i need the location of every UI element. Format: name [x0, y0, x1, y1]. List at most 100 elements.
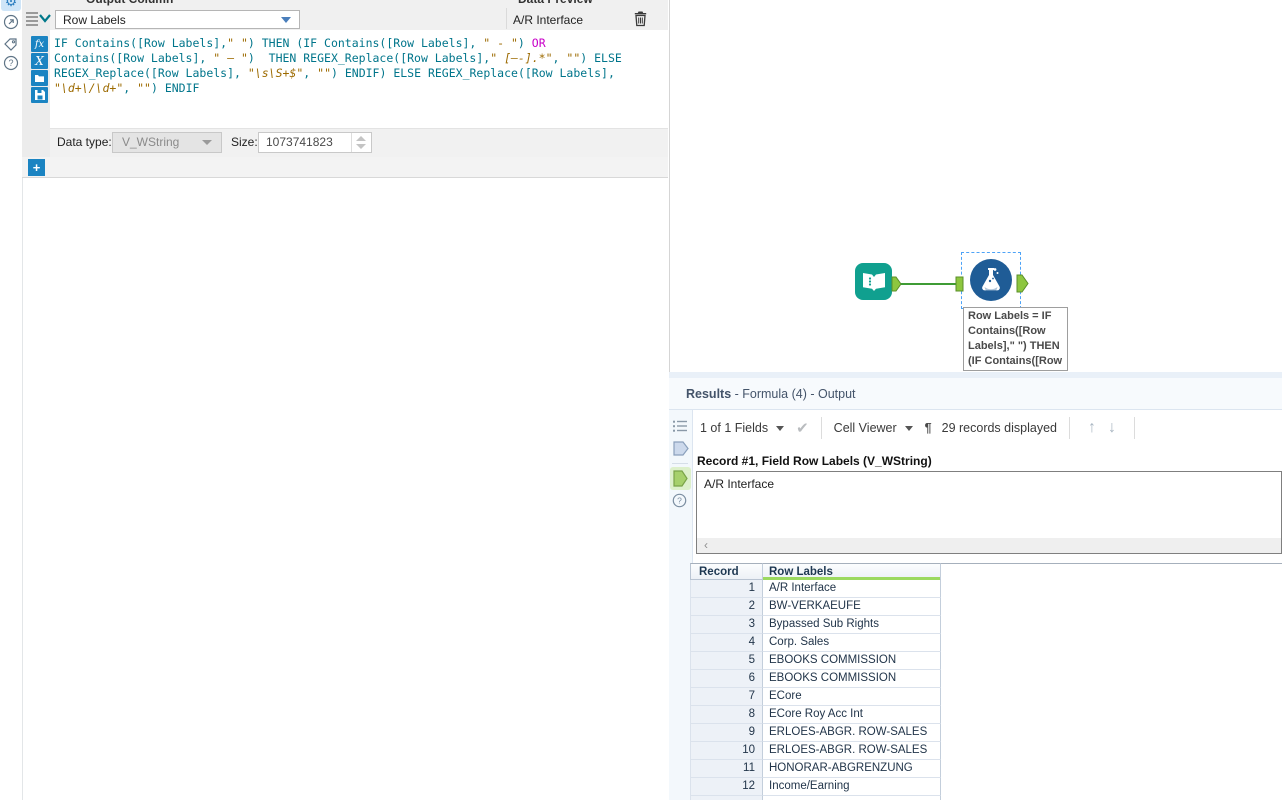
row-label-cell[interactable]: Corp. Sales	[763, 634, 941, 652]
config-sidebar: ⚙ ?	[0, 0, 23, 800]
svg-text:?: ?	[677, 496, 682, 506]
record-number-cell[interactable]: 2	[690, 598, 763, 616]
record-number-cell[interactable]: 6	[690, 670, 763, 688]
chevron-down-icon[interactable]	[38, 11, 52, 25]
row-label-cell[interactable]	[763, 796, 941, 800]
formula-code[interactable]: IF Contains([Row Labels]," ") THEN (IF C…	[54, 36, 664, 96]
cell-viewer-scrollbar[interactable]: ‹	[697, 538, 1281, 553]
input-anchor[interactable]	[955, 276, 964, 292]
record-number-cell[interactable]: 1	[690, 580, 763, 598]
table-row[interactable]	[690, 796, 941, 800]
row-label-cell[interactable]: A/R Interface	[763, 580, 941, 598]
table-row[interactable]: 4 Corp. Sales	[690, 634, 941, 652]
record-number-cell[interactable]: 8	[690, 706, 763, 724]
table-row[interactable]: 8 ECore Roy Acc Int	[690, 706, 941, 724]
spin-down-icon[interactable]	[356, 144, 366, 149]
functions-button[interactable]: fx	[31, 36, 48, 52]
table-row[interactable]: 5 EBOOKS COMMISSION	[690, 652, 941, 670]
record-number-cell[interactable]	[690, 796, 763, 800]
scroll-up-icon[interactable]: ↑	[1088, 419, 1096, 437]
table-row[interactable]: 12 Income/Earning	[690, 778, 941, 796]
saved-expressions-button[interactable]	[31, 70, 48, 86]
drag-handle-icon[interactable]	[26, 12, 38, 26]
data-preview-value: A/R Interface	[513, 13, 584, 27]
output-column-header: Output Column	[86, 0, 173, 6]
help-icon[interactable]: ?	[3, 55, 19, 71]
row-label-cell[interactable]: ERLOES-ABGR. ROW-SALES	[763, 742, 941, 760]
apply-check-icon[interactable]: ✔	[796, 419, 809, 437]
dropdown-caret-icon[interactable]	[776, 425, 785, 431]
row-label-cell[interactable]: Income/Earning	[763, 778, 941, 796]
size-label: Size:	[231, 135, 258, 149]
record-number-cell[interactable]: 3	[690, 616, 763, 634]
table-row[interactable]: 6 EBOOKS COMMISSION	[690, 670, 941, 688]
list-view-icon[interactable]	[672, 419, 688, 433]
record-number-cell[interactable]: 12	[690, 778, 763, 796]
whitespace-toggle-icon[interactable]: ¶	[925, 421, 932, 435]
table-row[interactable]: 11 HONORAR-ABGRENZUNG	[690, 760, 941, 778]
row-labels-column-header[interactable]: Row Labels	[763, 563, 941, 580]
table-row[interactable]: 9 ERLOES-ABGR. ROW-SALES	[690, 724, 941, 742]
row-label-cell[interactable]: EBOOKS COMMISSION	[763, 670, 941, 688]
record-column-header[interactable]: Record	[690, 563, 763, 580]
cell-viewer[interactable]: A/R Interface ‹	[696, 471, 1282, 554]
record-number-cell[interactable]: 11	[690, 760, 763, 778]
cell-viewer-dropdown[interactable]: Cell Viewer	[834, 421, 897, 435]
table-row[interactable]: 2 BW-VERKAEUFE	[690, 598, 941, 616]
row-label-cell[interactable]: ECore	[763, 688, 941, 706]
data-type-value: V_WString	[122, 135, 180, 149]
toolbar-separator	[1133, 417, 1135, 439]
scroll-down-icon[interactable]: ↓	[1108, 419, 1116, 437]
record-number-cell[interactable]: 5	[690, 652, 763, 670]
column-divider	[506, 8, 507, 29]
selected-column-indicator	[763, 577, 940, 580]
toolbar-separator	[1068, 417, 1070, 439]
output-anchor[interactable]	[1016, 274, 1029, 293]
help-icon[interactable]: ?	[672, 493, 687, 508]
table-row[interactable]: 3 Bypassed Sub Rights	[690, 616, 941, 634]
variables-button[interactable]: X	[31, 53, 48, 69]
size-spinner[interactable]	[351, 133, 371, 152]
dropdown-caret-icon[interactable]	[904, 425, 913, 431]
data-preview-header: Data Preview	[518, 0, 593, 6]
fields-dropdown[interactable]: 1 of 1 Fields	[700, 421, 768, 435]
gear-icon[interactable]: ⚙	[1, 0, 21, 11]
output-column-value: Row Labels	[63, 13, 126, 27]
flask-icon	[982, 268, 1000, 291]
table-row[interactable]: 10 ERLOES-ABGR. ROW-SALES	[690, 742, 941, 760]
data-type-label: Data type:	[57, 135, 112, 149]
record-number-cell[interactable]: 4	[690, 634, 763, 652]
formula-tool[interactable]	[970, 259, 1012, 301]
results-data-table[interactable]: Record Row Labels 1 A/R Interface 2 BW-VERK…	[690, 563, 942, 800]
input-anchor-icon[interactable]	[672, 440, 689, 457]
add-expression-row	[22, 157, 668, 178]
tool-annotation[interactable]: Row Labels = IF Contains([Row Labels]," ")…	[963, 307, 1068, 371]
size-value: 1073741823	[266, 135, 333, 149]
results-title-rest: - Formula (4) - Output	[731, 387, 856, 401]
output-column-dropdown[interactable]: Row Labels	[55, 10, 300, 29]
connection-line[interactable]	[901, 283, 961, 285]
toolbar-separator	[820, 417, 822, 439]
record-number-cell[interactable]: 7	[690, 688, 763, 706]
table-row[interactable]: 1 A/R Interface	[690, 580, 941, 598]
scroll-left-icon[interactable]: ‹	[704, 538, 708, 552]
size-input[interactable]: 1073741823	[258, 132, 372, 153]
text-input-tool[interactable]	[855, 263, 892, 300]
data-type-dropdown[interactable]: V_WString	[112, 132, 222, 153]
output-anchor-selected[interactable]	[670, 467, 691, 490]
open-external-icon[interactable]	[3, 14, 19, 30]
row-label-cell[interactable]: ECore Roy Acc Int	[763, 706, 941, 724]
delete-expression-button[interactable]	[633, 10, 649, 27]
row-label-cell[interactable]: BW-VERKAEUFE	[763, 598, 941, 616]
save-expression-button[interactable]	[31, 87, 48, 103]
row-label-cell[interactable]: ERLOES-ABGR. ROW-SALES	[763, 724, 941, 742]
record-number-cell[interactable]: 9	[690, 724, 763, 742]
spin-up-icon[interactable]	[356, 136, 366, 141]
tag-icon[interactable]	[3, 37, 19, 53]
table-row[interactable]: 7 ECore	[690, 688, 941, 706]
row-label-cell[interactable]: Bypassed Sub Rights	[763, 616, 941, 634]
record-number-cell[interactable]: 10	[690, 742, 763, 760]
add-expression-button[interactable]: +	[28, 159, 45, 176]
row-label-cell[interactable]: EBOOKS COMMISSION	[763, 652, 941, 670]
row-label-cell[interactable]: HONORAR-ABGRENZUNG	[763, 760, 941, 778]
